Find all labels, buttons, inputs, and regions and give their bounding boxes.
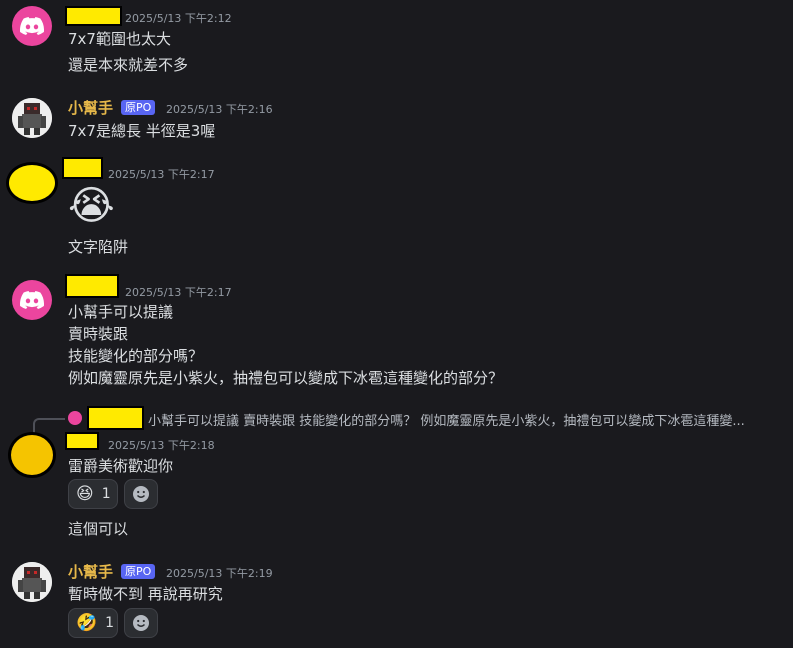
- message-text: 技能變化的部分嗎？: [68, 347, 204, 365]
- grinning-squinting-icon: 😆: [76, 484, 94, 504]
- message-text: 雷爵美術歡迎你: [68, 457, 174, 475]
- avatar-bot[interactable]: [12, 98, 52, 138]
- message-text: 7x7是總長 半徑是3喔: [68, 122, 216, 140]
- reaction-count: 1: [101, 486, 111, 502]
- op-badge: 原PO: [121, 564, 156, 579]
- username[interactable]: 小幫手: [68, 561, 113, 582]
- avatar-discord[interactable]: [12, 6, 52, 46]
- reaction-rofl[interactable]: 🤣 1: [68, 608, 118, 638]
- smile-icon: [133, 486, 149, 502]
- message-text: 文字陷阱: [68, 238, 129, 256]
- redacted-username: [65, 432, 99, 450]
- message-text: 還是本來就差不多: [68, 56, 189, 74]
- redacted-username: [62, 157, 103, 179]
- smile-icon: [133, 615, 149, 631]
- crying-emoji: 😭: [68, 183, 115, 229]
- redacted-username: [65, 6, 122, 26]
- message-text: 暫時做不到 再說再研究: [68, 585, 223, 603]
- reaction-count: 1: [105, 615, 115, 631]
- message-text: 賣時裝跟: [68, 325, 129, 343]
- message-text: 小幫手可以提議: [68, 303, 174, 321]
- op-badge: 原PO: [121, 100, 156, 115]
- add-reaction-button[interactable]: [124, 608, 158, 638]
- timestamp: 2025/5/13 下午2:18: [108, 439, 215, 452]
- reply-preview[interactable]: 小幫手可以提議 賣時裝跟 技能變化的部分嗎？ 例如魔靈原先是小紫火，抽禮包可以變…: [148, 410, 788, 429]
- reaction-laughing[interactable]: 😆 1: [68, 479, 118, 509]
- robot-avatar-icon: [12, 562, 52, 602]
- avatar-discord[interactable]: [12, 280, 52, 320]
- redacted-reply-username: [87, 406, 144, 430]
- rofl-icon: 🤣: [76, 613, 98, 633]
- timestamp: 2025/5/13 下午2:19: [166, 567, 273, 580]
- message-text: 例如魔靈原先是小紫火，抽禮包可以變成下冰雹這種變化的部分？: [68, 369, 504, 387]
- avatar-redacted[interactable]: [8, 432, 56, 478]
- reply-connector: [33, 418, 65, 434]
- avatar-bot[interactable]: [12, 562, 52, 602]
- username[interactable]: 小幫手: [68, 97, 113, 118]
- message-text: 這個可以: [68, 520, 129, 538]
- timestamp: 2025/5/13 下午2:16: [166, 103, 273, 116]
- avatar-redacted[interactable]: [6, 162, 58, 204]
- redacted-username: [65, 274, 119, 298]
- robot-avatar-icon: [12, 98, 52, 138]
- reply-avatar: [68, 411, 82, 425]
- timestamp: 2025/5/13 下午2:17: [125, 286, 232, 299]
- timestamp: 2025/5/13 下午2:17: [108, 168, 215, 181]
- discord-icon: [20, 17, 44, 35]
- timestamp: 2025/5/13 下午2:12: [125, 12, 232, 25]
- discord-icon: [20, 291, 44, 309]
- message-text: 7x7範圍也太大: [68, 30, 171, 48]
- add-reaction-button[interactable]: [124, 479, 158, 509]
